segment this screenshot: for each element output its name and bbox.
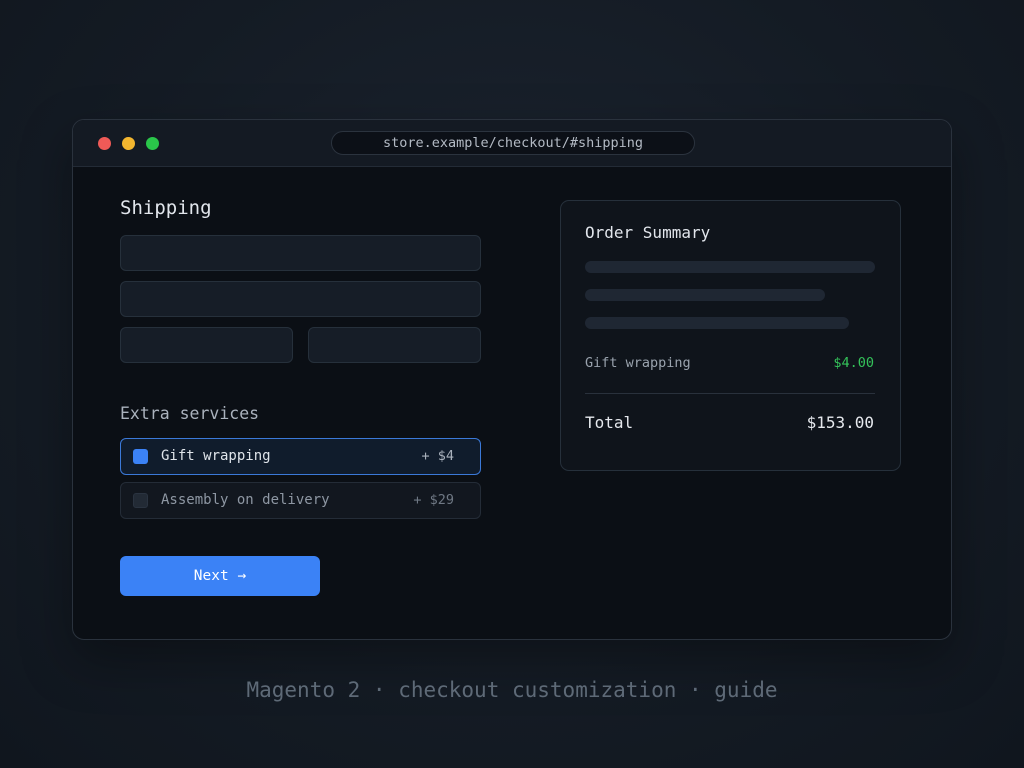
address-bar[interactable]: store.example/checkout/#shipping: [331, 131, 695, 155]
summary-total-label: Total: [585, 413, 634, 432]
checkout-page: Shipping Extra services Gift wrapping + …: [73, 167, 951, 639]
summary-placeholder-line: [585, 317, 849, 329]
service-option-assembly[interactable]: Assembly on delivery + $29: [120, 482, 481, 519]
browser-titlebar: store.example/checkout/#shipping: [73, 120, 951, 167]
gift-wrapping-checkbox[interactable]: [133, 449, 148, 464]
assembly-checkbox[interactable]: [133, 493, 148, 508]
window-close-button[interactable]: [98, 137, 111, 150]
summary-divider: [585, 393, 875, 394]
summary-line-amount: $4.00: [833, 355, 874, 371]
next-button[interactable]: Next →: [120, 556, 320, 596]
service-option-label: Gift wrapping: [161, 448, 271, 464]
order-summary-title: Order Summary: [585, 223, 711, 242]
summary-placeholder-line: [585, 261, 875, 273]
shipping-heading: Shipping: [120, 197, 212, 219]
shipping-input-4[interactable]: [308, 327, 481, 363]
summary-total-amount: $153.00: [806, 413, 874, 432]
summary-line-label: Gift wrapping: [585, 355, 691, 371]
service-option-label: Assembly on delivery: [161, 492, 330, 508]
shipping-input-3[interactable]: [120, 327, 293, 363]
order-summary-panel: Order Summary Gift wrapping $4.00 Total …: [560, 200, 901, 471]
shipping-input-1[interactable]: [120, 235, 481, 271]
service-option-gift-wrapping[interactable]: Gift wrapping + $4: [120, 438, 481, 475]
shipping-input-2[interactable]: [120, 281, 481, 317]
browser-window: store.example/checkout/#shipping Shippin…: [72, 119, 952, 640]
window-zoom-button[interactable]: [146, 137, 159, 150]
service-option-price: + $4: [421, 448, 454, 464]
page-caption: Magento 2 · checkout customization · gui…: [246, 678, 778, 702]
service-option-price: + $29: [413, 492, 454, 508]
summary-placeholder-line: [585, 289, 825, 301]
extra-services-heading: Extra services: [120, 404, 260, 423]
window-minimize-button[interactable]: [122, 137, 135, 150]
